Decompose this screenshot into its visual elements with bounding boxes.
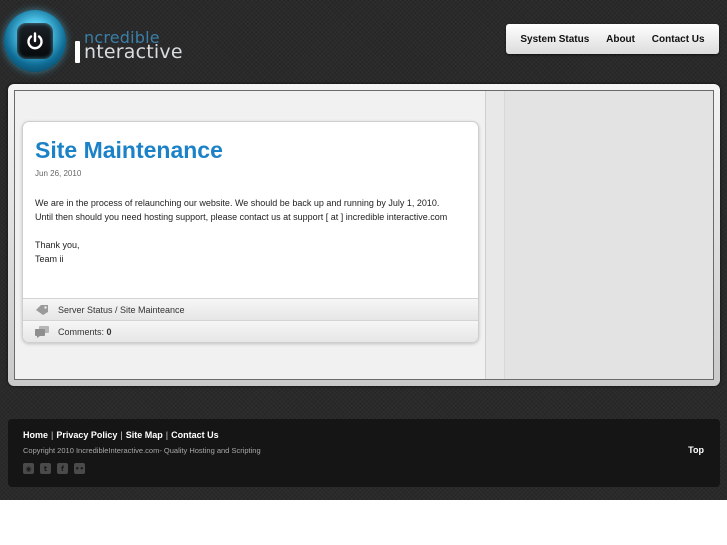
logo-orb	[4, 10, 66, 72]
comments-icon	[35, 325, 49, 338]
footer-separator: |	[165, 430, 169, 440]
post-paragraph: We are in the process of relaunching our…	[35, 198, 440, 208]
copyright-text: Copyright 2010 IncredibleInteractive.com…	[23, 446, 261, 455]
main-nav: System Status About Contact Us	[506, 24, 719, 54]
footer-link-contact-us[interactable]: Contact Us	[171, 430, 219, 440]
comments-link[interactable]: Comments: 0	[58, 327, 112, 337]
post-categories: Server Status / Site Mainteance	[23, 298, 478, 320]
site-footer: Home | Privacy Policy | Site Map | Contact Us …	[8, 419, 720, 487]
blog-post: Site Maintenance Jun 26, 2010 We are in …	[22, 121, 479, 343]
post-title[interactable]: Site Maintenance	[35, 137, 223, 164]
nav-system-status[interactable]: System Status	[520, 34, 589, 45]
footer-link-home[interactable]: Home	[23, 430, 48, 440]
footer-links: Home | Privacy Policy | Site Map | Contact Us	[23, 430, 219, 440]
flickr-icon[interactable]: ••	[74, 463, 85, 474]
nav-about[interactable]: About	[606, 34, 635, 45]
logo-i-bar	[75, 41, 80, 63]
post-signoff: Thank you,	[35, 240, 80, 250]
rss-icon[interactable]: ◉	[23, 463, 34, 474]
post-signature: Team ii	[35, 254, 64, 264]
site-logo[interactable]: ncredible nteractive	[4, 10, 183, 72]
logo-word-interactive: nteractive	[84, 41, 183, 63]
power-icon	[27, 32, 43, 50]
category-links[interactable]: Server Status / Site Mainteance	[58, 305, 185, 315]
facebook-icon[interactable]: f	[57, 463, 68, 474]
social-icons: ◉ t f ••	[23, 463, 85, 474]
footer-separator: |	[120, 430, 123, 440]
comments-count: 0	[106, 326, 112, 337]
tag-icon	[36, 304, 48, 315]
post-comments: Comments: 0	[23, 320, 478, 342]
nav-contact-us[interactable]: Contact Us	[652, 34, 705, 45]
back-to-top-link[interactable]: Top	[688, 445, 704, 455]
post-paragraph: Until then should you need hosting suppo…	[35, 212, 448, 222]
content-panel: Site Maintenance Jun 26, 2010 We are in …	[8, 84, 720, 386]
twitter-icon[interactable]: t	[40, 463, 51, 474]
post-date: Jun 26, 2010	[35, 169, 82, 178]
post-body: We are in the process of relaunching our…	[35, 196, 470, 266]
sidebar-divider	[485, 91, 505, 379]
comments-label: Comments:	[58, 326, 107, 337]
footer-link-site-map[interactable]: Site Map	[126, 430, 163, 440]
sidebar	[505, 91, 713, 379]
footer-link-privacy-policy[interactable]: Privacy Policy	[56, 430, 117, 440]
page-background: ncredible nteractive System Status About…	[0, 0, 727, 500]
content-area: Site Maintenance Jun 26, 2010 We are in …	[14, 90, 714, 380]
